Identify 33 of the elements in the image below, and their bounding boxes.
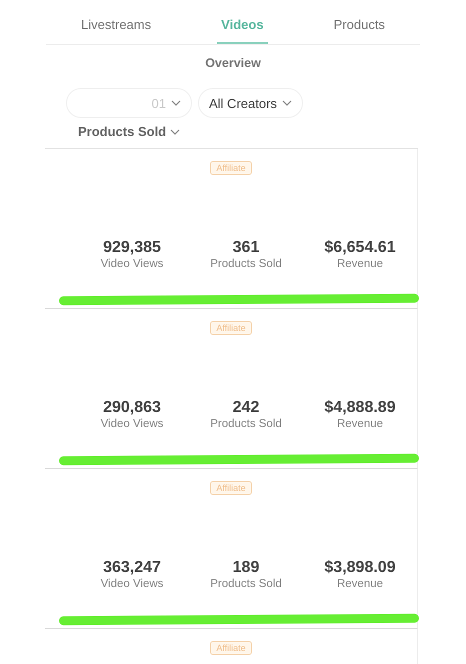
stat-value: $3,898.09 (324, 559, 396, 577)
tab[interactable]: Livestreams (77, 17, 156, 44)
section-title: Overview (204, 56, 262, 70)
stat-value: 290,863 (103, 399, 161, 417)
video-card[interactable]: Affiliate 363,247 Video Views 189 Products Sold $3,898.09 Revenue (45, 469, 418, 629)
stat-value: $6,654.61 (324, 239, 396, 257)
affiliate-badge: Affiliate (210, 481, 252, 495)
affiliate-badge: Affiliate (210, 161, 252, 175)
stat-label: Revenue (336, 258, 384, 270)
chevron-icon (282, 100, 292, 106)
stat-label: Products Sold (210, 258, 282, 270)
stat-label: Products Sold (210, 418, 282, 430)
stat-value: 189 (232, 559, 260, 577)
stat-value: 361 (232, 239, 260, 257)
stat-label: Video Views (100, 418, 164, 430)
stat-value: $4,888.89 (324, 399, 396, 417)
stat-label: Video Views (100, 578, 164, 590)
tab[interactable]: Products (330, 17, 389, 44)
affiliate-badge: Affiliate (210, 321, 252, 335)
chevron-icon (171, 100, 181, 106)
stat-value: 242 (232, 399, 260, 417)
video-card[interactable]: Affiliate 929,385 Video Views 361 Products Sold $6,654.61 Revenue (45, 149, 418, 309)
chevron-icon (170, 128, 180, 134)
sort-dropdown[interactable]: Products Sold (78, 124, 180, 139)
affiliate-badge: Affiliate (210, 641, 252, 655)
video-card[interactable]: Affiliate 290,863 Video Views 242 Products Sold $4,888.89 Revenue (45, 309, 418, 469)
stat-label: Products Sold (210, 578, 282, 590)
filter-dropdown[interactable]: All Creators (198, 88, 303, 118)
stat-value: 929,385 (103, 239, 161, 257)
stat-label: Revenue (336, 578, 384, 590)
stat-value: 363,247 (103, 559, 161, 577)
stat-label: Video Views (100, 258, 164, 270)
stat-label: Revenue (336, 418, 384, 430)
